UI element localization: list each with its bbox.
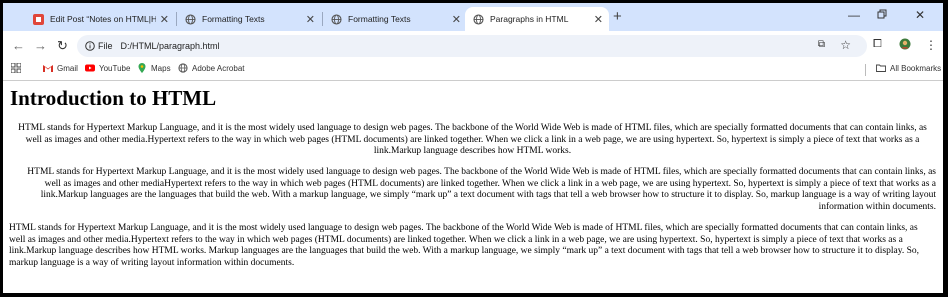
bookmark-label: Maps [151,63,171,73]
tab-title: Paragraphs in HTML [490,14,569,24]
bookmark-adobe-acrobat[interactable]: Adobe Acrobat [178,63,244,73]
paragraph-left-aligned: HTML stands for Hypertext Markup Languag… [9,223,919,268]
bookmark-maps[interactable]: Maps [137,63,171,73]
page-content: Introduction to HTML HTML stands for Hyp… [3,80,943,293]
maps-icon [138,63,146,73]
edit-post-icon [33,13,44,25]
gmail-icon [43,65,53,72]
tab-strip: Edit Post “Notes on HTML|HTML ✕ Formatti… [3,3,943,31]
tab-formatting-texts-1[interactable]: Formatting Texts ✕ [177,7,321,31]
tab-paragraphs-in-html[interactable]: Paragraphs in HTML ✕ [465,7,609,31]
page-heading: Introduction to HTML [10,86,217,110]
bookmark-label: YouTube [99,63,131,73]
bookmark-gmail[interactable]: Gmail [43,63,78,73]
tab-title: Formatting Texts [202,14,265,24]
forward-arrow-icon[interactable]: → [34,38,47,53]
bookmark-label: Gmail [57,63,78,73]
restore-icon[interactable] [877,8,887,22]
tab-title: Edit Post “Notes on HTML|HTML [50,14,156,24]
profile-avatar-icon[interactable] [899,38,911,53]
browser-toolbar: ← → ↻ File D:/HTML/paragraph.html ⧉ ☆ ⧠ … [3,31,943,61]
bookmark-youtube[interactable]: YouTube [85,63,130,73]
globe-icon [185,13,196,25]
translate-icon[interactable]: ⧉ [818,39,825,50]
tab-edit-post[interactable]: Edit Post “Notes on HTML|HTML ✕ [25,7,175,31]
tab-formatting-texts-2[interactable]: Formatting Texts ✕ [323,7,467,31]
bookmark-star-icon[interactable]: ☆ [840,38,851,52]
browser-window: Edit Post “Notes on HTML|HTML ✕ Formatti… [2,2,944,294]
globe-icon [178,63,188,73]
site-info-label: File [98,41,113,51]
close-icon[interactable]: ✕ [452,13,461,26]
globe-icon [473,13,484,25]
close-icon[interactable]: ✕ [594,13,603,26]
bookmarks-bar: Gmail YouTube Maps Adobe Acrobat All Boo… [3,61,943,79]
apps-grid-icon[interactable] [11,63,21,73]
bookmarks-divider [865,64,866,76]
minimize-icon[interactable]: — [848,8,860,22]
reload-icon[interactable]: ↻ [57,38,68,54]
bookmark-label: Adobe Acrobat [192,63,245,73]
paragraph-centered: HTML stands for Hypertext Markup Languag… [18,123,927,156]
globe-icon [331,13,342,25]
info-icon [85,41,95,51]
folder-icon [876,64,886,72]
url-text: D:/HTML/paragraph.html [120,41,220,51]
close-window-icon[interactable]: ✕ [915,8,925,22]
new-tab-plus-icon[interactable]: + [613,8,622,25]
close-icon[interactable]: ✕ [306,13,315,26]
kebab-menu-icon[interactable]: ⋮ [925,38,937,52]
all-bookmarks-button[interactable]: All Bookmarks [876,63,941,73]
paragraph-right-aligned: HTML stands for Hypertext Markup Languag… [27,167,936,212]
extensions-icon[interactable]: ⧠ [873,38,882,51]
tab-title: Formatting Texts [348,14,411,24]
youtube-icon [85,64,95,72]
close-icon[interactable]: ✕ [160,13,169,26]
all-bookmarks-label: All Bookmarks [890,63,942,73]
site-info-chip[interactable]: File [85,41,113,51]
address-bar[interactable]: File D:/HTML/paragraph.html ⧉ ☆ [77,35,867,57]
back-arrow-icon[interactable]: ← [12,38,25,53]
